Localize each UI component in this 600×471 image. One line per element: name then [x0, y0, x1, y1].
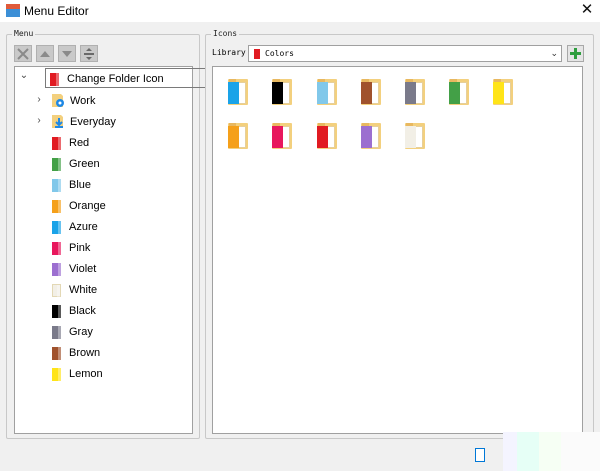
tree-expander-work[interactable]: › — [34, 94, 44, 105]
pink-folder-icon[interactable] — [272, 123, 292, 149]
move-up-button[interactable] — [36, 45, 54, 62]
arrow-down-icon — [62, 51, 72, 57]
app-icon — [6, 4, 20, 17]
tree-item-everyday[interactable]: Everyday — [52, 112, 116, 132]
black-folder-icon — [52, 304, 61, 318]
separator-button[interactable] — [80, 45, 98, 62]
tree-item-orange[interactable]: Orange — [52, 196, 106, 216]
library-label: Library — [212, 48, 246, 57]
watermark-block — [517, 432, 539, 471]
title-bar: Menu Editor ✕ — [0, 0, 600, 22]
tree-root-item[interactable]: Change Folder Icon — [45, 68, 206, 88]
red-folder-icon[interactable] — [317, 123, 337, 149]
tree-item-azure[interactable]: Azure — [52, 217, 98, 237]
move-down-button[interactable] — [58, 45, 76, 62]
watermark-block — [561, 432, 600, 471]
tree-item-green[interactable]: Green — [52, 154, 100, 174]
library-select-value: Colors — [265, 49, 294, 58]
red-folder-icon — [50, 72, 59, 86]
x-icon — [17, 48, 29, 60]
tree-item-brown[interactable]: Brown — [52, 343, 100, 363]
black-folder-icon[interactable] — [272, 79, 292, 105]
watermark-block — [503, 432, 517, 471]
library-select[interactable]: Colors ⌄ — [248, 45, 562, 62]
brown-folder-icon[interactable] — [361, 79, 381, 105]
red-folder-icon — [52, 136, 61, 150]
tree-item-violet[interactable]: Violet — [52, 259, 96, 279]
separator-icon — [84, 48, 94, 60]
add-icon-button[interactable] — [567, 45, 584, 62]
orange-folder-icon[interactable] — [228, 123, 248, 149]
close-icon[interactable]: ✕ — [579, 1, 595, 19]
plus-icon — [570, 48, 581, 59]
violet-folder-icon — [52, 262, 61, 276]
gray-folder-icon[interactable] — [405, 79, 425, 105]
white-folder-icon — [52, 283, 61, 298]
menu-legend: Menu — [12, 29, 36, 38]
tree-expander-everyday[interactable]: › — [34, 115, 44, 126]
tree-item-lemon[interactable]: Lemon — [52, 364, 103, 384]
tree-item-black[interactable]: Black — [52, 301, 96, 321]
violet-folder-icon[interactable] — [361, 123, 381, 149]
blue-folder-icon — [52, 178, 61, 192]
gear-icon — [52, 94, 64, 107]
menu-tree[interactable]: ⌄ Change Folder Icon › Work › Everyday R… — [14, 66, 206, 434]
orange-folder-icon — [52, 199, 61, 213]
tree-item-red[interactable]: Red — [52, 133, 89, 153]
icon-grid[interactable] — [212, 66, 583, 434]
tree-item-blue[interactable]: Blue — [52, 175, 91, 195]
brown-folder-icon — [52, 346, 61, 360]
pink-folder-icon — [52, 241, 61, 255]
tree-item-work[interactable]: Work — [52, 91, 95, 111]
azure-folder-icon[interactable] — [228, 79, 248, 105]
tree-root-label: Change Folder Icon — [67, 73, 164, 85]
lemon-folder-icon[interactable] — [493, 79, 513, 105]
tree-item-pink[interactable]: Pink — [52, 238, 90, 258]
white-folder-icon[interactable] — [405, 123, 425, 149]
window-title: Menu Editor — [24, 4, 89, 18]
tree-item-white[interactable]: White — [52, 280, 97, 300]
lemon-folder-icon — [52, 367, 61, 381]
red-folder-icon — [254, 48, 260, 59]
green-folder-icon[interactable] — [449, 79, 469, 105]
icons-legend: Icons — [211, 29, 240, 38]
download-icon — [52, 115, 63, 128]
focus-mark — [475, 448, 485, 462]
chevron-down-icon: ⌄ — [550, 48, 558, 58]
green-folder-icon — [52, 157, 61, 171]
tree-item-gray[interactable]: Gray — [52, 322, 93, 342]
azure-folder-icon — [52, 220, 61, 234]
blue-folder-icon[interactable] — [317, 79, 337, 105]
gray-folder-icon — [52, 325, 61, 339]
tree-expander-root[interactable]: ⌄ — [19, 70, 29, 81]
arrow-up-icon — [40, 51, 50, 57]
watermark-block — [539, 432, 561, 471]
delete-button[interactable] — [14, 45, 32, 62]
